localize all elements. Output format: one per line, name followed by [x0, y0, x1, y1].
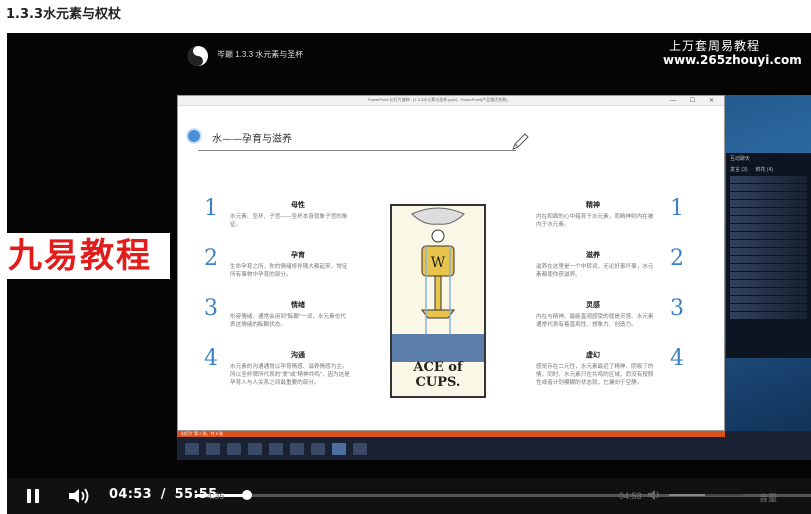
player-control-bar: 04:53 / 55:55 4:36 04:53 音量	[7, 478, 811, 514]
chat-tab-messages[interactable]: 发言 (3)	[730, 166, 748, 173]
time-separator: /	[160, 487, 166, 502]
slide: 水——孕育与滋养 1 母性 水元素、圣杯、子宫——圣杯本身就象子宫的象征。 2 …	[178, 106, 724, 430]
item-number: 4	[204, 346, 218, 371]
taskview-icon[interactable]	[206, 443, 220, 455]
status-strip-text: 幻灯片 第 2 张，共 8 张	[181, 431, 224, 436]
watermark-logo: 九易教程	[7, 233, 170, 279]
heading-rule	[198, 150, 516, 151]
right-item-4: 4 虚幻 感觉存在二元性，水元素最近了精神、阴极了的情。同时，水元素只在共鸣的区…	[536, 346, 688, 396]
start-icon[interactable]	[185, 443, 199, 455]
chat-message	[730, 272, 807, 279]
video-lesson-title: 岑巅 1.3.3 水元素与圣杯	[217, 50, 304, 59]
item-title: 沟通	[291, 352, 305, 359]
item-number: 2	[670, 246, 684, 271]
chat-message	[730, 176, 807, 183]
item-number: 2	[204, 246, 218, 271]
item-body: 内在与精神、最能直观感受的就是灵感、水元素通常代表有着直观性、想象力、创造力。	[536, 314, 654, 328]
chat-tab-flowers[interactable]: 鲜花 (4)	[756, 166, 774, 173]
app-icon[interactable]	[290, 443, 304, 455]
left-item-4: 4 沟通 水元素的沟通通常以孕育情感、滋养情感为主。所以圣杯牌所代表的"爱"或"…	[204, 346, 354, 396]
left-item-1: 1 母性 水元素、圣杯、子宫——圣杯本身就象子宫的象征。	[204, 196, 354, 236]
ace-of-cups-card: W ACE of CUPS.	[390, 204, 486, 398]
taiji-logo-icon	[188, 46, 208, 66]
right-item-2: 2 滋养 滋养在这里是一个中转词，无论好事坏事，水元素都使你获滋养。	[536, 246, 688, 286]
app-icon[interactable]	[353, 443, 367, 455]
mail-icon[interactable]	[227, 443, 241, 455]
chat-message	[730, 280, 807, 287]
right-item-1: 1 精神 内在和面的心中蕴育于水元素，而精神则内在被内于水元素。	[536, 196, 688, 236]
item-body: 水元素的沟通通常以孕育情感、滋养情感为主。所以圣杯牌所代表的"爱"或"精神共鸣"…	[230, 364, 350, 386]
bullet-circle-icon	[186, 128, 202, 144]
chat-message	[730, 288, 807, 295]
chat-message	[730, 312, 807, 319]
item-title: 滋养	[586, 252, 600, 259]
chat-message	[730, 296, 807, 303]
powerpoint-taskbar-icon[interactable]	[332, 443, 346, 455]
item-title: 情绪	[291, 302, 305, 309]
pause-icon[interactable]	[23, 486, 43, 506]
chat-message	[730, 304, 807, 311]
right-item-3: 3 灵感 内在与精神、最能直观感受的就是灵感、水元素通常代表有着直观性、想象力、…	[536, 296, 688, 336]
chat-message	[730, 264, 807, 271]
item-body: 内在和面的心中蕴育于水元素，而精神则内在被内于水元素。	[536, 214, 654, 228]
chat-message	[730, 232, 807, 239]
chat-header: 互动聊天	[730, 156, 751, 162]
item-body: 水元素、圣杯、子宫——圣杯本身就象子宫的象征。	[230, 214, 348, 228]
chat-message	[730, 208, 807, 215]
item-body: 生命孕育之所，你的情绪将伴随大都起来，常征所有事物中孕育的部分。	[230, 264, 348, 278]
item-title: 孕育	[291, 252, 305, 259]
item-number: 1	[204, 196, 218, 221]
left-item-3: 3 情绪 形容情绪、通常会用到"酝酿"一词，水元素也代表这情绪的酝酿状态。	[204, 296, 354, 336]
chat-message	[730, 200, 807, 207]
item-number: 3	[670, 296, 684, 321]
chat-message	[730, 248, 807, 255]
taskbar-icons	[185, 443, 367, 455]
chalice-illustration-icon: W	[392, 207, 484, 362]
item-title: 虚幻	[586, 352, 600, 359]
window-controls-icon[interactable]: — ☐ ✕	[670, 97, 720, 104]
ppt-titlebar: PowerPoint 幻灯片放映 - [1.3.3水元素与圣杯.pptx] - …	[178, 96, 724, 106]
ghost-volume-icon	[648, 490, 659, 500]
ghost-volume-label: 音量	[759, 493, 778, 503]
chat-message	[730, 216, 807, 223]
chat-message	[730, 256, 807, 263]
chat-message	[730, 224, 807, 231]
progress-handle[interactable]	[242, 490, 253, 500]
card-label: ACE of CUPS.	[413, 360, 463, 390]
ghost-time-left: 4:36	[207, 491, 225, 501]
left-item-2: 2 孕育 生命孕育之所，你的情绪将伴随大都起来，常征所有事物中孕育的部分。	[204, 246, 354, 286]
ppt-window-title: PowerPoint 幻灯片放映 - [1.3.3水元素与圣杯.pptx] - …	[368, 97, 508, 102]
powerpoint-window: PowerPoint 幻灯片放映 - [1.3.3水元素与圣杯.pptx] - …	[177, 95, 725, 431]
item-number: 4	[670, 346, 684, 371]
chat-message	[730, 192, 807, 199]
item-title: 精神	[586, 202, 600, 209]
item-body: 形容情绪、通常会用到"酝酿"一词，水元素也代表这情绪的酝酿状态。	[230, 314, 346, 328]
chat-message	[730, 184, 807, 191]
chat-panel: 互动聊天 发言 (3) 鲜花 (4)	[726, 153, 811, 358]
chat-tabs: 发言 (3) 鲜花 (4)	[726, 164, 811, 175]
video-player[interactable]: 岑巅 1.3.3 水元素与圣杯 上万套周易教程 www.265zhouyi.co…	[7, 33, 811, 514]
ghost-volume-bar	[669, 494, 743, 496]
item-number: 1	[670, 196, 684, 221]
brand-name: 上万套周易教程	[669, 39, 761, 53]
brand-url: www.265zhouyi.com	[663, 53, 802, 67]
chat-message	[730, 240, 807, 247]
item-number: 3	[204, 296, 218, 321]
item-body: 感觉存在二元性，水元素最近了精神、阴极了的情。同时，水元素只在共鸣的区域，而没有…	[536, 364, 654, 386]
volume-icon[interactable]	[67, 486, 91, 506]
slide-heading: 水——孕育与滋养	[212, 134, 292, 145]
ghost-time-right: 04:53	[619, 491, 642, 501]
folder-icon[interactable]	[248, 443, 262, 455]
pen-icon	[512, 133, 529, 150]
screen-capture: PowerPoint 幻灯片放映 - [1.3.3水元素与圣杯.pptx] - …	[177, 95, 811, 460]
page-title: 1.3.3水元素与权杖	[6, 7, 122, 22]
current-time: 04:53	[109, 487, 152, 502]
item-title: 灵感	[586, 302, 600, 309]
app-icon[interactable]	[311, 443, 325, 455]
item-body: 滋养在这里是一个中转词，无论好事坏事，水元素都使你获滋养。	[536, 264, 654, 278]
svg-text:W: W	[431, 255, 446, 271]
item-title: 母性	[291, 202, 305, 209]
ppt-status-strip: 幻灯片 第 2 张，共 8 张	[177, 431, 725, 437]
browser-icon[interactable]	[269, 443, 283, 455]
